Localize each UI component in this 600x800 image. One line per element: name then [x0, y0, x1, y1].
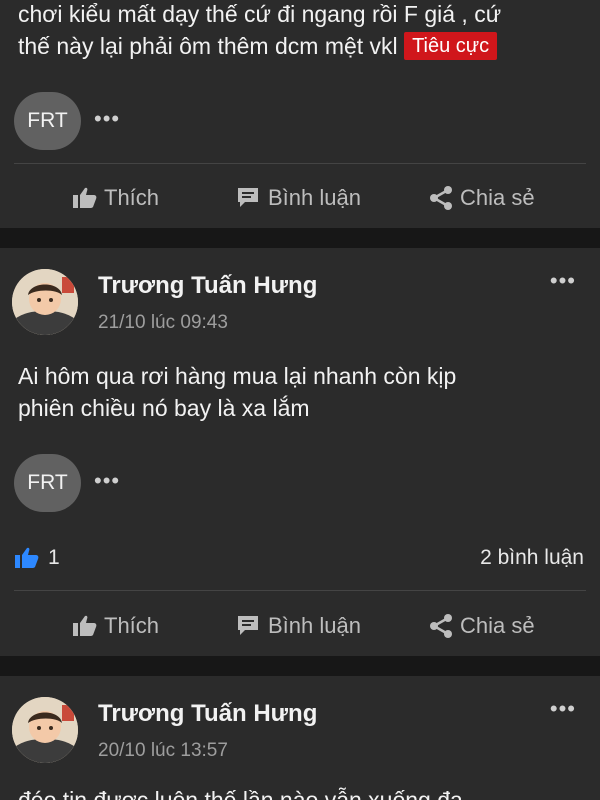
share-button[interactable]: Chia sẻ: [428, 606, 535, 646]
post-text-line: Ai hôm qua rơi hàng mua lại nhanh còn kị…: [18, 363, 457, 389]
like-label: Thích: [104, 613, 160, 638]
more-dots-icon[interactable]: •••: [550, 696, 576, 722]
divider: [14, 163, 586, 164]
like-summary[interactable]: 1: [14, 546, 60, 570]
sentiment-tag: Tiêu cực: [404, 31, 498, 60]
avatar[interactable]: [12, 697, 78, 763]
comment-icon: [238, 616, 258, 635]
like-button[interactable]: Thích: [72, 178, 159, 218]
stock-tag-badge[interactable]: FRT: [14, 92, 81, 150]
post-text-line: phiên chiều nó bay là xa lắm: [18, 395, 310, 421]
share-label: Chia sẻ: [460, 613, 535, 638]
post-text: Ai hôm qua rơi hàng mua lại nhanh còn kị…: [18, 360, 576, 424]
action-bar: Thích Bình luận Chia sẻ: [0, 606, 600, 646]
comment-icon: [238, 188, 258, 207]
thumbs-up-icon: [15, 547, 39, 568]
more-dots-icon[interactable]: •••: [550, 268, 576, 294]
stock-tag-badge[interactable]: FRT: [14, 454, 81, 512]
feed: chơi kiểu mất dạy thế cứ đi ngang rồi F …: [0, 0, 600, 800]
post-card: Trương Tuấn Hưng 20/10 lúc 13:57 ••• đéo…: [0, 676, 600, 800]
post-text: đéo tin được luôn thế lần nào vẫn xuống …: [18, 784, 576, 800]
post-text-line: đéo tin được luôn thế lần nào vẫn xuống …: [18, 787, 463, 800]
post-time: 20/10 lúc 13:57: [98, 740, 228, 761]
thumbs-up-icon: [73, 187, 97, 208]
thumbs-up-icon: [73, 615, 97, 636]
post-text-line-content: thế này lại phải ôm thêm dcm mệt vkl: [18, 33, 398, 59]
author-name[interactable]: Trương Tuấn Hưng: [98, 272, 317, 300]
more-dots-icon[interactable]: •••: [94, 106, 120, 132]
like-count: 1: [48, 546, 60, 569]
comment-label: Bình luận: [268, 185, 361, 210]
like-label: Thích: [104, 185, 160, 210]
comment-label: Bình luận: [268, 613, 361, 638]
post-card: chơi kiểu mất dạy thế cứ đi ngang rồi F …: [0, 0, 600, 228]
comment-button[interactable]: Bình luận: [236, 178, 361, 218]
post-text: chơi kiểu mất dạy thế cứ đi ngang rồi F …: [18, 0, 576, 62]
post-text-line: thế này lại phải ôm thêm dcm mệt vkl Tiê…: [18, 30, 576, 62]
post-card: Trương Tuấn Hưng 21/10 lúc 09:43 ••• Ai …: [0, 248, 600, 656]
avatar[interactable]: [12, 269, 78, 335]
author-name[interactable]: Trương Tuấn Hưng: [98, 700, 317, 728]
divider: [14, 590, 586, 591]
post-separator: [0, 228, 600, 248]
more-dots-icon[interactable]: •••: [94, 468, 120, 494]
action-bar: Thích Bình luận Chia sẻ: [0, 178, 600, 218]
share-button[interactable]: Chia sẻ: [428, 178, 535, 218]
like-button[interactable]: Thích: [72, 606, 159, 646]
post-separator: [0, 656, 600, 676]
share-icon: [430, 614, 452, 638]
post-text-line: chơi kiểu mất dạy thế cứ đi ngang rồi F …: [18, 1, 502, 27]
comment-count[interactable]: 2 bình luận: [480, 546, 584, 570]
post-time: 21/10 lúc 09:43: [98, 312, 228, 333]
share-label: Chia sẻ: [460, 185, 535, 210]
share-icon: [430, 186, 452, 210]
comment-button[interactable]: Bình luận: [236, 606, 361, 646]
